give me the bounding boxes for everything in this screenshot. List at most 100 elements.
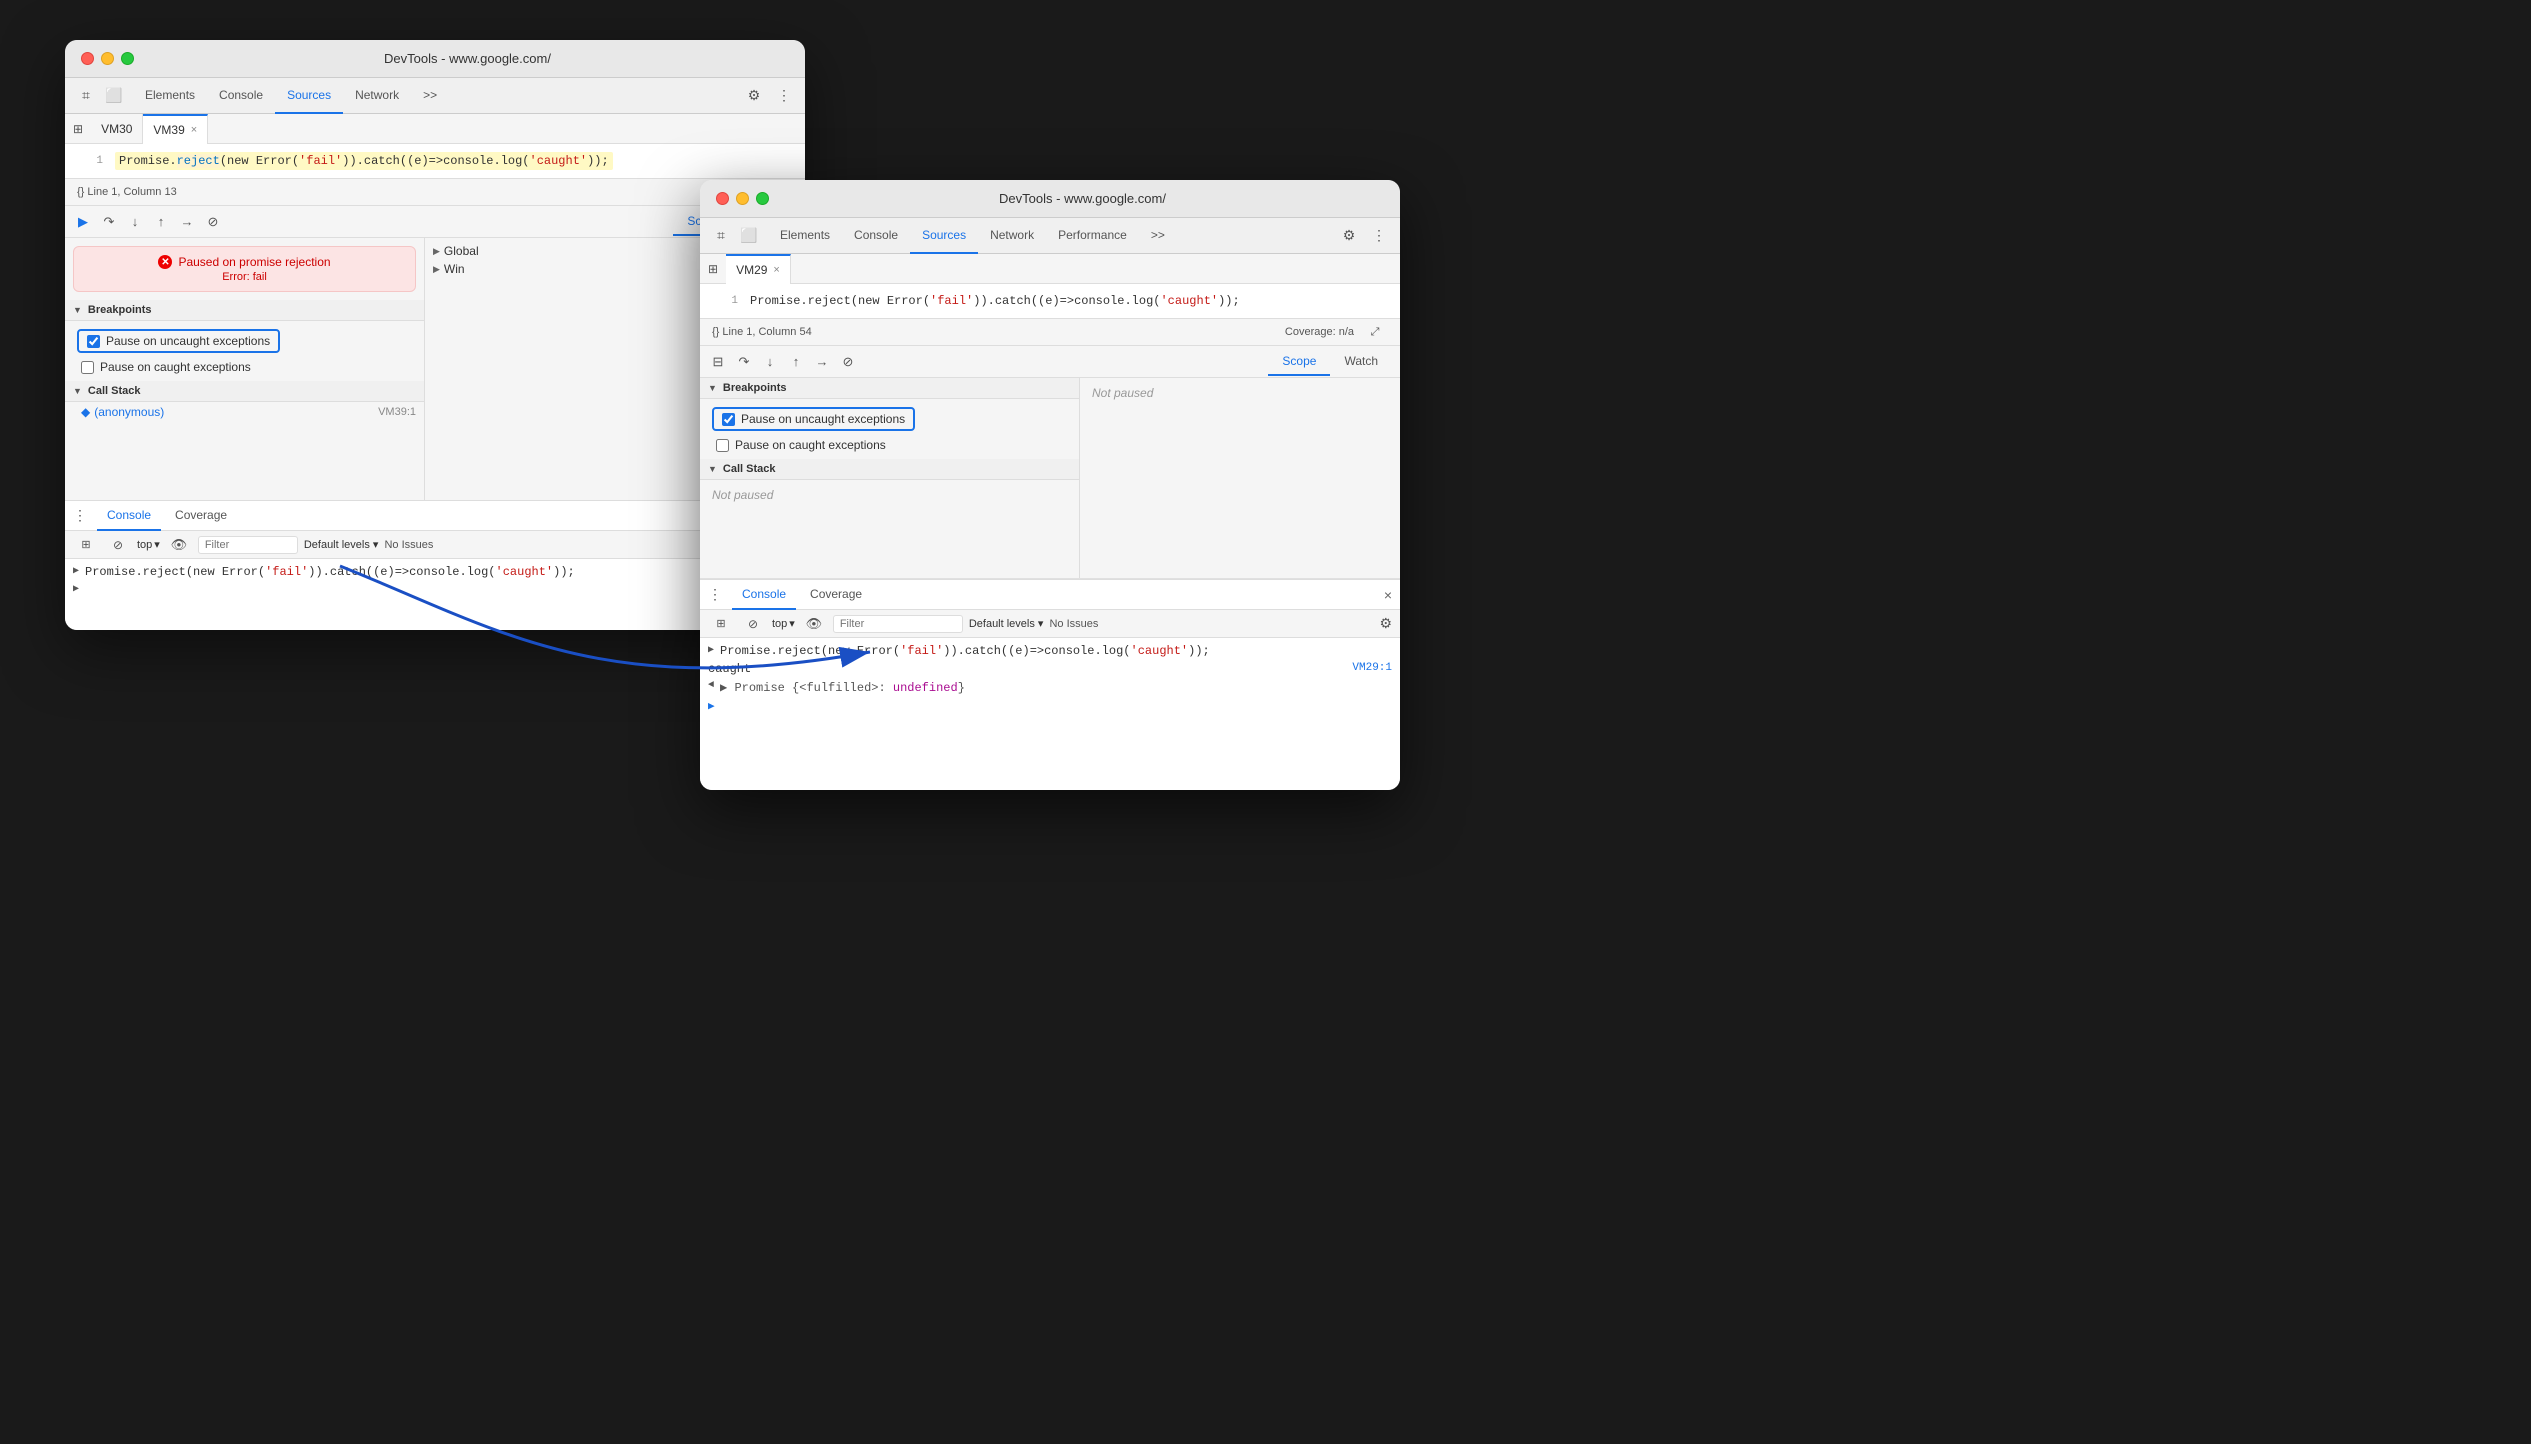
coverage-tab-1[interactable]: Coverage: [165, 501, 237, 531]
step-over-btn-1[interactable]: ↷: [99, 212, 119, 232]
tab-console-2[interactable]: Console: [842, 218, 910, 254]
tab-elements-1[interactable]: Elements: [133, 78, 207, 114]
scope-tab-2[interactable]: Scope: [1268, 348, 1330, 376]
step-btn-2[interactable]: →: [812, 352, 832, 372]
inspect-icon[interactable]: ⌗: [73, 83, 99, 109]
toolbar-right-1: ⚙ ⋮: [741, 83, 797, 109]
callstack-header-2[interactable]: ▼ Call Stack: [700, 459, 1079, 480]
gear-icon-1[interactable]: ⚙: [741, 83, 767, 109]
close-console-2[interactable]: ×: [1384, 587, 1392, 603]
breakpoints-header-1[interactable]: ▼ Breakpoints: [65, 300, 424, 321]
console-dots-1[interactable]: ⋮: [73, 507, 87, 524]
eye-icon-2[interactable]: 👁: [801, 611, 827, 637]
dots-icon-2[interactable]: ⋮: [1366, 223, 1392, 249]
breakpoints-label-2: Breakpoints: [723, 382, 787, 394]
file-tab-vm29[interactable]: VM29 ×: [726, 254, 791, 284]
checkbox-caught-2[interactable]: [716, 439, 729, 452]
close-tab-vm29[interactable]: ×: [773, 264, 779, 276]
breakpoint-caught-2[interactable]: Pause on caught exceptions: [700, 435, 1079, 455]
deactivate-btn-2[interactable]: ⊘: [838, 352, 858, 372]
console-text-1: Promise.reject(new Error('fail')).catch(…: [85, 565, 575, 579]
code-text-2-1: Promise.reject(new Error('fail')).catch(…: [750, 294, 1240, 308]
breakpoint-caught-1[interactable]: Pause on caught exceptions: [65, 357, 424, 377]
dots-icon-1[interactable]: ⋮: [771, 83, 797, 109]
devtools-toolbar-2: ⌗ ⬜ Elements Console Sources Network Per…: [700, 218, 1400, 254]
eye-icon-1[interactable]: 👁: [166, 532, 192, 558]
console-filter-input-1[interactable]: [198, 536, 298, 554]
breakpoint-uncaught-1[interactable]: Pause on uncaught exceptions: [65, 325, 424, 357]
watch-tab-2[interactable]: Watch: [1330, 348, 1392, 376]
breakpoint-uncaught-2[interactable]: Pause on uncaught exceptions: [700, 403, 1079, 435]
tab-console-1[interactable]: Console: [207, 78, 275, 114]
close-tab-vm39[interactable]: ×: [191, 124, 197, 136]
console-tab-2[interactable]: Console: [732, 580, 796, 610]
tab-more-2[interactable]: >>: [1139, 218, 1177, 254]
expand-icon-2[interactable]: ⤢: [1362, 319, 1388, 345]
step-into-btn-1[interactable]: ↓: [125, 212, 145, 232]
inspect-icon-2[interactable]: ⌗: [708, 223, 734, 249]
minimize-button-1[interactable]: [101, 52, 114, 65]
code-area-2: 1 Promise.reject(new Error('fail')).catc…: [700, 284, 1400, 318]
scope-global-label: Global: [444, 244, 479, 258]
gear-icon-console-2[interactable]: ⚙: [1379, 615, 1392, 632]
step-btn-1[interactable]: →: [177, 212, 197, 232]
tab-sources-1[interactable]: Sources: [275, 78, 343, 114]
console-section-1: ⋮ Console Coverage ⊞ ⊘ top ▾ 👁 Default l…: [65, 500, 805, 630]
tab-network-2[interactable]: Network: [978, 218, 1046, 254]
deactivate-btn-1[interactable]: ⊘: [203, 212, 223, 232]
gear-icon-2[interactable]: ⚙: [1336, 223, 1362, 249]
open-tab-btn-1[interactable]: ⊞: [73, 122, 83, 136]
top-dropdown-2[interactable]: top ▾: [772, 617, 795, 630]
console-tab-1[interactable]: Console: [97, 501, 161, 531]
console-dots-2[interactable]: ⋮: [708, 586, 722, 603]
console-text-caught-2: caught: [708, 662, 751, 676]
default-levels-btn-1[interactable]: Default levels ▾: [304, 538, 379, 551]
file-tab-vm30[interactable]: VM30: [91, 114, 143, 144]
callstack-header-1[interactable]: ▼ Call Stack: [65, 381, 424, 402]
device-icon[interactable]: ⬜: [101, 83, 127, 109]
tab-more-1[interactable]: >>: [411, 78, 449, 114]
open-tab-btn-2[interactable]: ⊞: [708, 262, 718, 276]
vm-link-2[interactable]: VM29:1: [1352, 662, 1392, 674]
no-issues-badge-2: No Issues: [1049, 618, 1098, 630]
breakpoints-label-1: Breakpoints: [88, 304, 152, 316]
maximize-button-1[interactable]: [121, 52, 134, 65]
resume-btn-1[interactable]: ▶: [73, 212, 93, 232]
resume-btn-2[interactable]: ↷: [734, 352, 754, 372]
breakpoints-header-2[interactable]: ▼ Breakpoints: [700, 378, 1079, 399]
coverage-label-2: Coverage: n/a: [1285, 326, 1354, 338]
minimize-button-2[interactable]: [736, 192, 749, 205]
close-button-2[interactable]: [716, 192, 729, 205]
console-clear-btn-2[interactable]: ⊘: [740, 611, 766, 637]
console-open-btn-2[interactable]: ⊞: [708, 611, 734, 637]
tab-network-1[interactable]: Network: [343, 78, 411, 114]
file-tabs-1: ⊞ VM30 VM39 ×: [65, 114, 805, 144]
close-button-1[interactable]: [81, 52, 94, 65]
console-filter-input-2[interactable]: [833, 615, 963, 633]
step-out-btn-1[interactable]: ↑: [151, 212, 171, 232]
callstack-item-1[interactable]: ◆ (anonymous) VM39:1: [65, 402, 424, 422]
tab-performance-2[interactable]: Performance: [1046, 218, 1139, 254]
devtools-toolbar-1: ⌗ ⬜ Elements Console Sources Network >> …: [65, 78, 805, 114]
checkbox-caught-1[interactable]: [81, 361, 94, 374]
step-over-btn-2[interactable]: ↓: [760, 352, 780, 372]
top-dropdown-1[interactable]: top ▾: [137, 538, 160, 551]
file-tab-vm39[interactable]: VM39 ×: [143, 114, 208, 144]
columns-btn-2[interactable]: ⊟: [708, 352, 728, 372]
console-line-prompt-2: ▶: [708, 697, 1392, 715]
console-prompt-2: ▶: [708, 699, 715, 713]
top-chevron-1: ▾: [154, 538, 160, 551]
maximize-button-2[interactable]: [756, 192, 769, 205]
checkbox-uncaught-1[interactable]: [87, 335, 100, 348]
breakpoints-section-1: Pause on uncaught exceptions Pause on ca…: [65, 321, 424, 381]
code-line-1: 1 Promise.reject(new Error('fail')).catc…: [65, 150, 805, 172]
checkbox-uncaught-2[interactable]: [722, 413, 735, 426]
coverage-tab-2[interactable]: Coverage: [800, 580, 872, 610]
tab-elements-2[interactable]: Elements: [768, 218, 842, 254]
step-into-btn-2[interactable]: ↑: [786, 352, 806, 372]
default-levels-btn-2[interactable]: Default levels ▾: [969, 617, 1044, 630]
tab-sources-2[interactable]: Sources: [910, 218, 978, 254]
console-clear-btn-1[interactable]: ⊘: [105, 532, 131, 558]
console-open-btn-1[interactable]: ⊞: [73, 532, 99, 558]
device-icon-2[interactable]: ⬜: [736, 223, 762, 249]
